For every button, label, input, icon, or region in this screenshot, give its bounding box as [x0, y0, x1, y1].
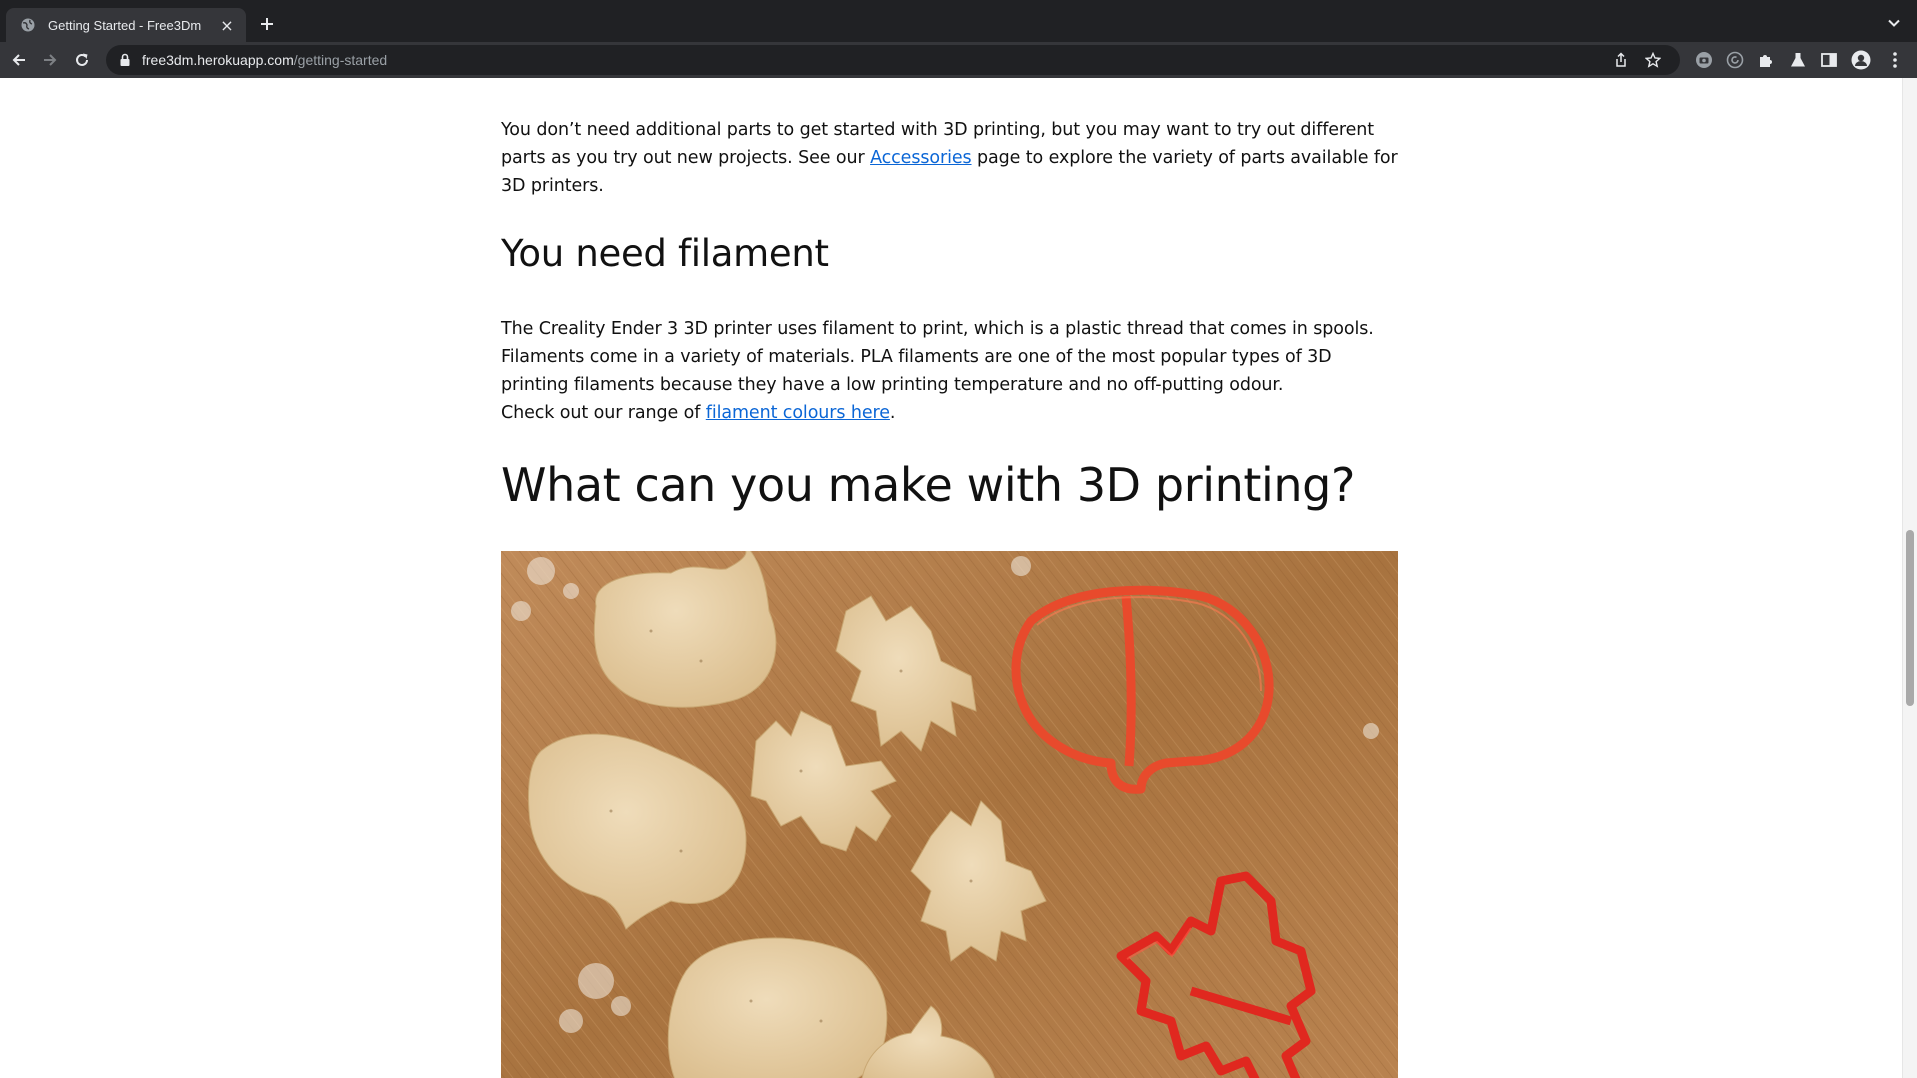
browser-menu-icon[interactable]: [1885, 50, 1905, 70]
side-panel-icon[interactable]: [1819, 50, 1839, 70]
reload-icon: [76, 53, 88, 66]
filament-check-paragraph: Check out our range of filament colours …: [501, 399, 1401, 427]
forward-button[interactable]: [38, 48, 62, 72]
scrollbar-thumb[interactable]: [1906, 530, 1914, 706]
refresh-extension-icon[interactable]: [1725, 50, 1745, 70]
reload-button[interactable]: [70, 48, 94, 72]
address-bar[interactable]: free3dm.herokuapp.com/getting-started: [106, 45, 1680, 75]
close-tab-icon[interactable]: ×: [218, 16, 236, 35]
browser-tab[interactable]: Getting Started - Free3Dm ×: [6, 8, 246, 42]
filament-heading: You need filament: [501, 232, 829, 275]
tab-title: Getting Started - Free3Dm: [48, 17, 202, 33]
bookmark-star-icon[interactable]: [1644, 51, 1662, 69]
page-scrollbar[interactable]: [1902, 78, 1917, 1078]
make-heading: What can you make with 3D printing?: [501, 458, 1355, 512]
profile-avatar-icon[interactable]: [1851, 50, 1871, 70]
back-arrow-icon: [12, 54, 25, 66]
extensions-puzzle-icon[interactable]: [1756, 50, 1776, 70]
parts-section: You don’t need additional parts to get s…: [501, 116, 1401, 200]
camera-extension-icon[interactable]: [1694, 50, 1714, 70]
url-path: /getting-started: [293, 52, 388, 68]
globe-icon: [20, 17, 36, 33]
check-text-end: .: [889, 403, 896, 423]
parts-paragraph: You don’t need additional parts to get s…: [501, 116, 1401, 200]
url-host: free3dm.herokuapp.com: [142, 52, 294, 68]
filament-section: You need filament: [501, 232, 1401, 275]
forward-arrow-icon: [44, 54, 57, 66]
filament-colours-link[interactable]: filament colours here: [706, 403, 890, 423]
cookie-cutters-image: [501, 551, 1398, 1078]
check-text: Check out our range of: [501, 403, 706, 423]
tab-search-chevron-icon[interactable]: [1885, 14, 1903, 32]
filament-paragraph: The Creality Ender 3 3D printer uses fil…: [501, 319, 1374, 395]
back-button[interactable]: [7, 48, 31, 72]
make-section: What can you make with 3D printing?: [501, 458, 1401, 512]
cookie-cutters-photo: [501, 551, 1398, 1078]
accessories-link[interactable]: Accessories: [870, 148, 972, 168]
labs-flask-icon[interactable]: [1788, 50, 1808, 70]
lock-icon: [118, 53, 132, 67]
filament-body: The Creality Ender 3 3D printer uses fil…: [501, 315, 1401, 427]
browser-tab-strip: Getting Started - Free3Dm ×: [0, 0, 1917, 42]
url-text: free3dm.herokuapp.com/getting-started: [142, 52, 387, 68]
page-viewport: You don’t need additional parts to get s…: [0, 78, 1917, 1078]
share-icon[interactable]: [1612, 51, 1630, 69]
browser-toolbar: free3dm.herokuapp.com/getting-started: [0, 42, 1917, 78]
new-tab-button[interactable]: [256, 13, 278, 35]
plus-icon: [261, 18, 273, 30]
